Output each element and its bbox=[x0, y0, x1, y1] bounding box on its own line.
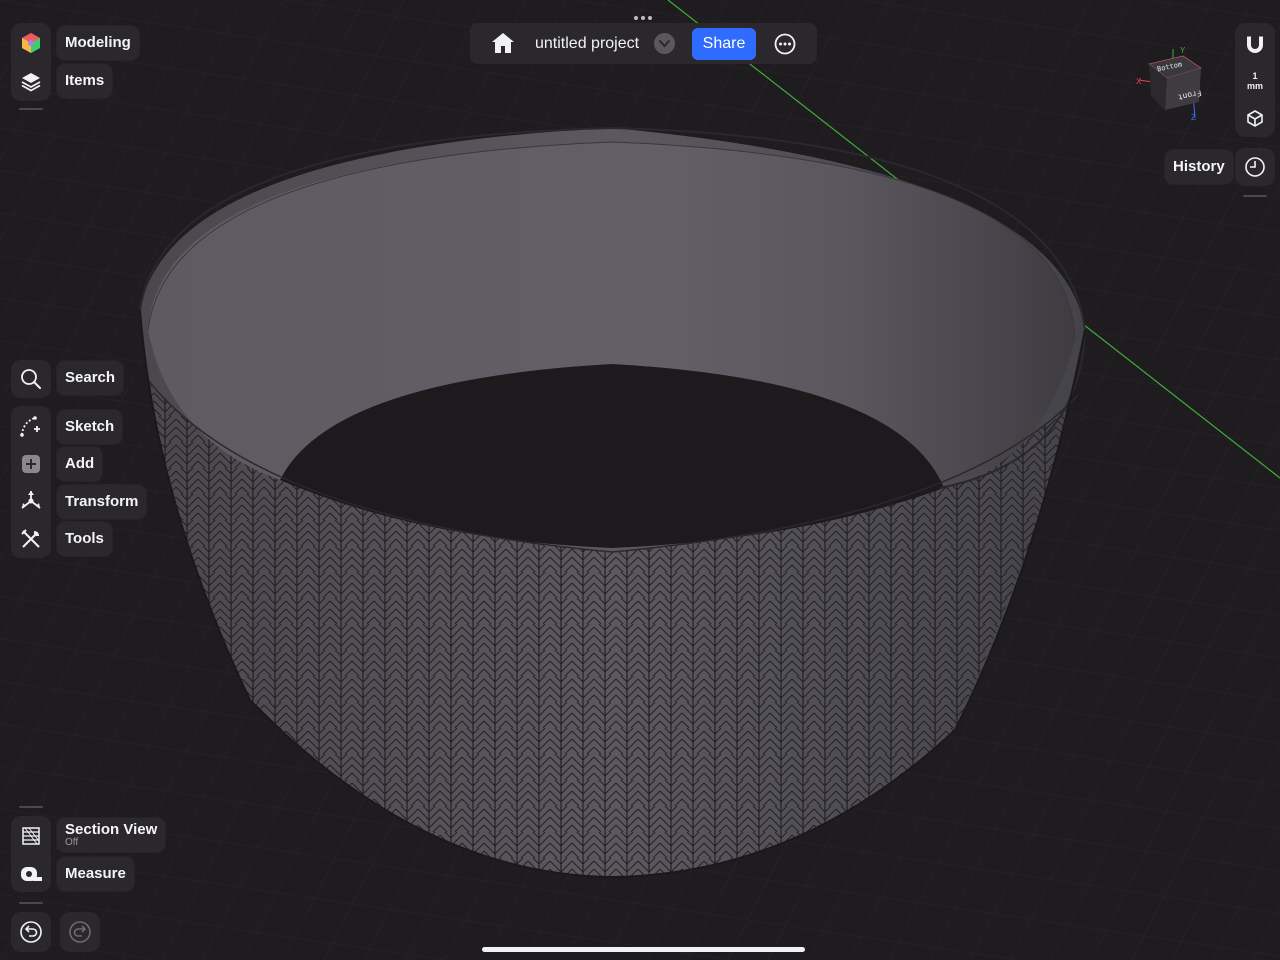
more-icon bbox=[774, 33, 796, 55]
tools-button[interactable] bbox=[11, 521, 51, 557]
add-button[interactable] bbox=[11, 446, 51, 482]
section-view-title: Section View bbox=[65, 821, 158, 838]
tools-label[interactable]: Tools bbox=[57, 522, 112, 556]
section-view-button[interactable] bbox=[11, 818, 51, 854]
modeling-label[interactable]: Modeling bbox=[57, 26, 139, 60]
undo-icon bbox=[20, 921, 42, 943]
add-icon bbox=[22, 455, 40, 473]
modeling-cube-icon bbox=[22, 33, 40, 53]
cube-icon bbox=[1247, 110, 1263, 127]
axis-x-label: X bbox=[1136, 77, 1142, 86]
section-view-state: Off bbox=[65, 837, 79, 848]
history-button[interactable] bbox=[1235, 148, 1275, 186]
share-button[interactable]: Share bbox=[692, 28, 756, 60]
search-button[interactable] bbox=[11, 361, 51, 397]
3d-viewport[interactable] bbox=[0, 0, 1280, 960]
axis-y-label: Y bbox=[1180, 46, 1186, 55]
project-bar: untitled project Share bbox=[470, 23, 817, 64]
axis-z-label: Z bbox=[1191, 113, 1196, 122]
clock-icon bbox=[1245, 157, 1265, 177]
project-title[interactable]: untitled project bbox=[535, 23, 639, 64]
transform-button[interactable] bbox=[11, 483, 51, 519]
search-icon bbox=[21, 369, 41, 389]
drag-handle[interactable] bbox=[633, 8, 653, 20]
orientation-button[interactable] bbox=[1235, 100, 1275, 136]
modeling-button[interactable] bbox=[11, 25, 51, 61]
sketch-icon bbox=[20, 416, 40, 437]
home-indicator[interactable] bbox=[482, 947, 805, 952]
sketch-button[interactable] bbox=[11, 408, 51, 444]
chevron-down-icon bbox=[659, 40, 670, 48]
view-cube[interactable]: Y X Z Bottom Front bbox=[1135, 44, 1211, 124]
magnet-icon bbox=[1247, 35, 1263, 53]
add-label[interactable]: Add bbox=[57, 447, 103, 481]
measure-button[interactable] bbox=[11, 856, 51, 892]
section-view-icon bbox=[22, 827, 40, 845]
transform-icon bbox=[21, 491, 41, 509]
section-view-label[interactable]: Section View Off bbox=[57, 818, 166, 852]
search-label[interactable]: Search bbox=[57, 361, 124, 395]
measure-label[interactable]: Measure bbox=[57, 857, 134, 891]
project-menu-button[interactable] bbox=[654, 33, 675, 54]
layers-icon bbox=[21, 73, 41, 92]
redo-button[interactable] bbox=[60, 912, 100, 952]
items-label[interactable]: Items bbox=[57, 64, 113, 98]
undo-button[interactable] bbox=[11, 912, 51, 952]
redo-icon bbox=[69, 921, 91, 943]
divider bbox=[19, 108, 43, 110]
snap-value: 1 bbox=[1252, 71, 1258, 81]
transform-label[interactable]: Transform bbox=[57, 485, 147, 519]
items-button[interactable] bbox=[11, 63, 51, 99]
snap-increment[interactable]: 1 mm bbox=[1235, 70, 1275, 94]
home-icon bbox=[492, 33, 514, 53]
home-button[interactable] bbox=[490, 31, 516, 55]
divider bbox=[19, 806, 43, 808]
sketch-label[interactable]: Sketch bbox=[57, 410, 123, 444]
tools-icon bbox=[21, 529, 40, 548]
more-button[interactable] bbox=[773, 32, 797, 56]
history-label[interactable]: History bbox=[1165, 150, 1233, 184]
snap-unit: mm bbox=[1246, 81, 1263, 91]
divider bbox=[1243, 195, 1267, 197]
snap-button[interactable] bbox=[1235, 26, 1275, 62]
divider bbox=[19, 902, 43, 904]
tape-measure-icon bbox=[21, 867, 42, 881]
